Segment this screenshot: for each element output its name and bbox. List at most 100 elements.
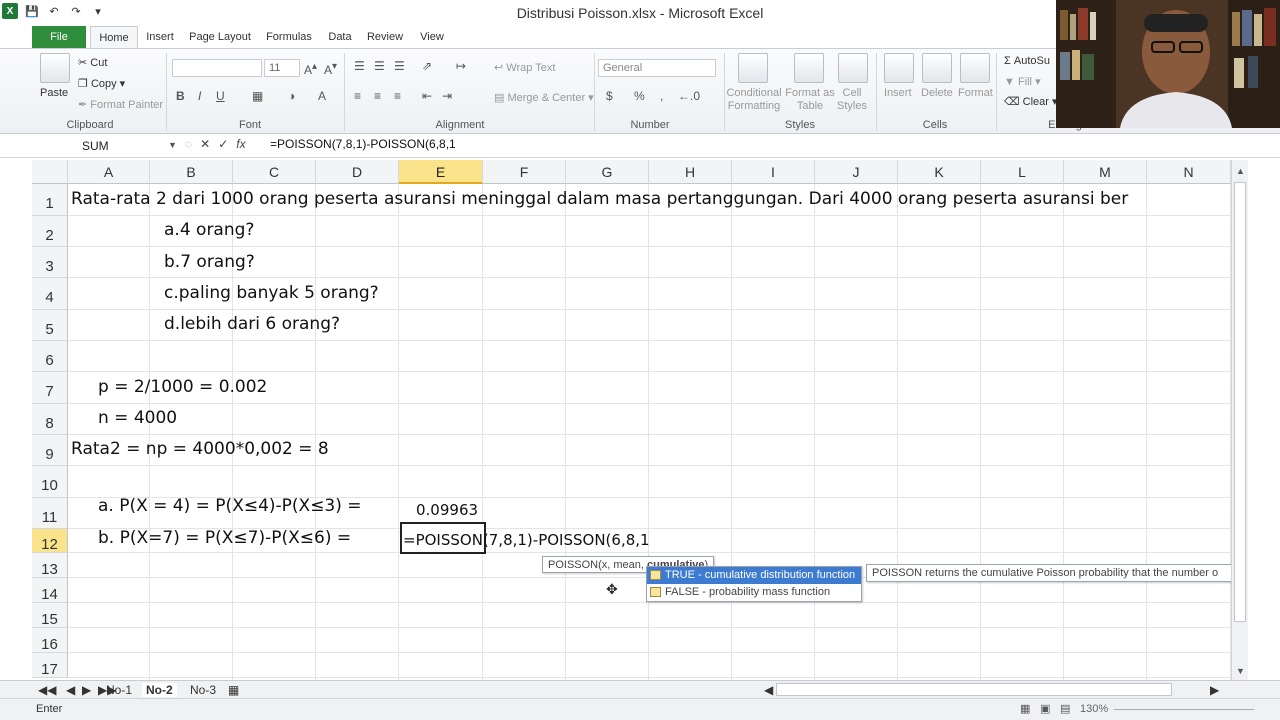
tab-file[interactable]: File: [32, 26, 86, 48]
grow-font-icon[interactable]: A▴: [304, 61, 317, 77]
row-header-7[interactable]: 7: [32, 372, 68, 404]
cell-e12-edit[interactable]: =POISSON(7,8,1)-POISSON(6,8,1: [403, 531, 650, 549]
align-right-icon[interactable]: ≡: [394, 89, 401, 103]
row-header-16[interactable]: 16: [32, 628, 68, 653]
cell-b3[interactable]: b.7 orang?: [164, 252, 255, 272]
row-header-12[interactable]: 12: [32, 529, 68, 553]
column-header-l[interactable]: L: [981, 160, 1064, 184]
font-size-combo[interactable]: 11: [264, 59, 300, 77]
insert-cells-icon[interactable]: [884, 53, 914, 83]
zoom-level[interactable]: 130%: [1080, 703, 1108, 715]
select-all-corner[interactable]: [32, 160, 68, 184]
cancel-icon[interactable]: ✕: [200, 137, 210, 151]
align-top-icon[interactable]: ☰: [354, 59, 365, 73]
expand-icon[interactable]: ◌: [185, 137, 192, 151]
page-break-view-icon[interactable]: ▤: [1060, 702, 1070, 715]
number-format-combo[interactable]: General: [598, 59, 716, 77]
cell-a9[interactable]: Rata2 = np = 4000*0,002 = 8: [71, 439, 329, 459]
column-header-e[interactable]: E: [399, 160, 483, 184]
align-left-icon[interactable]: ≡: [354, 89, 361, 103]
merge-center-button[interactable]: ▤ Merge & Center ▾: [494, 91, 594, 104]
increase-indent-icon[interactable]: ⇥: [442, 89, 452, 103]
format-as-table-icon[interactable]: [794, 53, 824, 83]
scroll-left-icon[interactable]: ◀: [764, 683, 773, 697]
row-header-17[interactable]: 17: [32, 653, 68, 678]
shrink-font-icon[interactable]: A▾: [324, 61, 337, 77]
decrease-indent-icon[interactable]: ⇤: [422, 89, 432, 103]
font-name-combo[interactable]: [172, 59, 262, 77]
italic-icon[interactable]: I: [198, 89, 201, 103]
insert-cells-button[interactable]: Insert: [884, 87, 912, 99]
paste-icon[interactable]: [40, 53, 70, 83]
tab-formulas[interactable]: Formulas: [264, 26, 314, 48]
cell-styles-button[interactable]: Cell Styles: [832, 87, 872, 113]
cell-a11[interactable]: a. P(X = 4) = P(X≤4)-P(X≤3) =: [98, 496, 362, 516]
next-sheet-icon[interactable]: ▶: [82, 683, 91, 697]
currency-button[interactable]: $: [606, 89, 613, 103]
conditional-formatting-button[interactable]: Conditional Formatting: [726, 87, 782, 113]
format-painter-button[interactable]: ✒ Format Painter: [78, 98, 163, 111]
wrap-text-button[interactable]: ↩ Wrap Text: [494, 61, 555, 74]
name-box-dropdown-icon[interactable]: ▼: [168, 140, 177, 150]
sheet-tab-no-1[interactable]: No-1: [106, 683, 132, 697]
bold-icon[interactable]: B: [176, 89, 185, 103]
zoom-slider[interactable]: [1114, 709, 1254, 710]
sheet-tab-no-2[interactable]: No-2: [142, 683, 177, 697]
fill-color-icon[interactable]: ◑: [288, 89, 295, 103]
row-header-9[interactable]: 9: [32, 435, 68, 466]
insert-function-icon[interactable]: fx: [236, 137, 245, 151]
cell-styles-icon[interactable]: [838, 53, 868, 83]
column-header-j[interactable]: J: [815, 160, 898, 184]
column-header-k[interactable]: K: [898, 160, 981, 184]
column-header-h[interactable]: H: [649, 160, 732, 184]
align-middle-icon[interactable]: ☰: [374, 59, 385, 73]
formula-input[interactable]: =POISSON(7,8,1)-POISSON(6,8,1: [270, 137, 456, 151]
scroll-down-icon[interactable]: ▼: [1236, 666, 1245, 676]
row-header-14[interactable]: 14: [32, 578, 68, 603]
column-header-i[interactable]: I: [732, 160, 815, 184]
name-box[interactable]: SUM: [32, 136, 177, 156]
column-header-d[interactable]: D: [316, 160, 399, 184]
cell-a7[interactable]: p = 2/1000 = 0.002: [98, 377, 267, 397]
tab-page-layout[interactable]: Page Layout: [188, 26, 252, 48]
option-false[interactable]: FALSE - probability mass function: [647, 584, 861, 601]
row-header-6[interactable]: 6: [32, 341, 68, 372]
cell-e11[interactable]: 0.09963: [416, 501, 478, 519]
normal-view-icon[interactable]: ▦: [1020, 702, 1030, 715]
first-sheet-icon[interactable]: ◀◀: [38, 683, 56, 697]
scroll-right-icon[interactable]: ▶: [1210, 683, 1219, 697]
fill-button[interactable]: ▼ Fill ▾: [1004, 75, 1041, 88]
column-header-f[interactable]: F: [483, 160, 566, 184]
borders-icon[interactable]: ▦: [252, 89, 263, 103]
align-center-icon[interactable]: ≡: [374, 89, 381, 103]
column-header-a[interactable]: A: [68, 160, 150, 184]
row-header-5[interactable]: 5: [32, 310, 68, 341]
tab-review[interactable]: Review: [366, 26, 404, 48]
cell-b2[interactable]: a.4 orang?: [164, 220, 254, 240]
column-header-n[interactable]: N: [1147, 160, 1231, 184]
cell-a8[interactable]: n = 4000: [98, 408, 177, 428]
row-header-11[interactable]: 11: [32, 498, 68, 529]
cut-button[interactable]: ✂ Cut: [78, 56, 107, 69]
row-header-15[interactable]: 15: [32, 603, 68, 628]
insert-sheet-icon[interactable]: ▦: [228, 683, 239, 697]
row-header-4[interactable]: 4: [32, 278, 68, 310]
delete-cells-button[interactable]: Delete: [921, 87, 953, 99]
increase-decimal-icon[interactable]: ←.0: [678, 89, 700, 103]
column-header-g[interactable]: G: [566, 160, 649, 184]
page-layout-view-icon[interactable]: ▣: [1040, 702, 1050, 715]
delete-cells-icon[interactable]: [922, 53, 952, 83]
vertical-scrollbar[interactable]: ▲ ▼: [1231, 160, 1248, 680]
row-header-10[interactable]: 10: [32, 466, 68, 498]
column-header-b[interactable]: B: [150, 160, 233, 184]
vertical-scroll-thumb[interactable]: [1234, 182, 1246, 622]
clear-button[interactable]: ⌫ Clear ▾: [1004, 95, 1058, 108]
row-header-1[interactable]: 1: [32, 184, 68, 216]
horizontal-scroll-thumb[interactable]: [776, 683, 1172, 696]
percent-button[interactable]: %: [634, 89, 645, 103]
align-bottom-icon[interactable]: ☰: [394, 59, 405, 73]
underline-icon[interactable]: U: [216, 89, 225, 103]
cell-a1[interactable]: Rata-rata 2 dari 1000 orang peserta asur…: [71, 189, 1128, 209]
paste-button[interactable]: Paste: [40, 87, 68, 99]
column-header-m[interactable]: M: [1064, 160, 1147, 184]
